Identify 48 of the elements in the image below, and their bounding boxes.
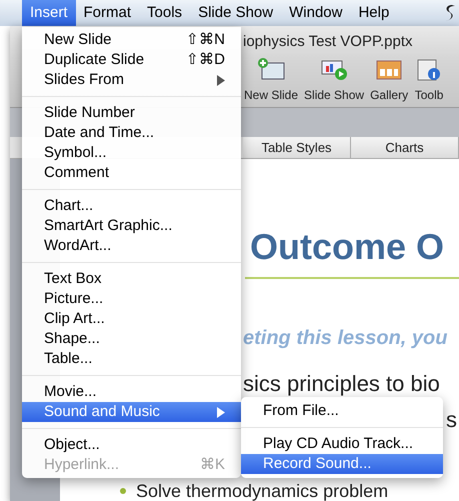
menu-item[interactable]: SmartArt Graphic... [22,216,241,236]
ribbon-tab[interactable]: Charts [351,137,459,158]
menu-item[interactable]: Text Box [22,269,241,289]
menu-item[interactable]: Comment [22,163,241,183]
menu-bar-item[interactable]: Window [281,0,350,26]
menu-item[interactable]: Object... [22,435,241,455]
menu-bar-item[interactable]: Slide Show [190,0,282,26]
shortcut-label: ⇧⌘D [186,50,225,70]
toolbar-label[interactable]: Toolb [414,86,444,104]
menu-bar-item[interactable]: Help [350,0,398,26]
menu-item[interactable]: Chart... [22,196,241,216]
shortcut-label: ⇧⌘N [186,30,225,50]
slide-title: Outcome O [250,226,444,267]
submenu-arrow-icon [217,406,225,418]
menu-bar-item[interactable]: Insert [22,0,76,26]
shortcut-label: ⌘K [200,454,225,475]
menu-item[interactable]: WordArt... [22,236,241,256]
toolbar-label[interactable]: Slide Show [304,86,364,104]
menu-item[interactable]: Sound and Music [22,402,241,422]
bullet-icon [120,488,126,494]
bullet-text: s [446,407,457,432]
window-title: iophysics Test VOPP.pptx [243,32,413,52]
menu-item[interactable]: Movie... [22,382,241,402]
menu-item[interactable]: Play CD Audio Track... [241,434,443,454]
menu-item[interactable]: From File... [241,401,443,421]
menu-item[interactable]: Clip Art... [22,309,241,329]
menu-item[interactable]: New Slide ⇧⌘N [22,30,241,50]
menu-item[interactable]: Record Sound... [241,454,443,474]
menu-bar-item[interactable]: Tools [139,0,190,26]
menu-bar-item[interactable]: Format [76,0,140,26]
toolbar-label[interactable]: Gallery [370,86,408,104]
menu-item[interactable]: Shape... [22,329,241,349]
toolbar-label[interactable]: New Slide [244,86,298,104]
menu-item[interactable]: Picture... [22,289,241,309]
menu-item[interactable]: Slides From [22,70,241,90]
new-slide-icon[interactable] [256,58,286,82]
menu-item[interactable]: Slide Number [22,103,241,123]
menu-item[interactable]: Table... [22,349,241,369]
submenu-arrow-icon [217,74,225,86]
gallery-icon[interactable] [374,58,404,82]
slide-subtitle: eting this lesson, you [243,327,448,349]
ribbon-tab[interactable]: Table Styles [243,137,351,158]
slide-show-icon[interactable] [319,58,350,82]
menu-item[interactable]: Date and Time... [22,123,241,143]
bullet-text: Solve thermodynamics problem [136,481,388,501]
menu-item[interactable]: Duplicate Slide ⇧⌘D [22,50,241,70]
menu-item[interactable]: Symbol... [22,143,241,163]
bullet-text: sics principles to bio [243,371,440,396]
